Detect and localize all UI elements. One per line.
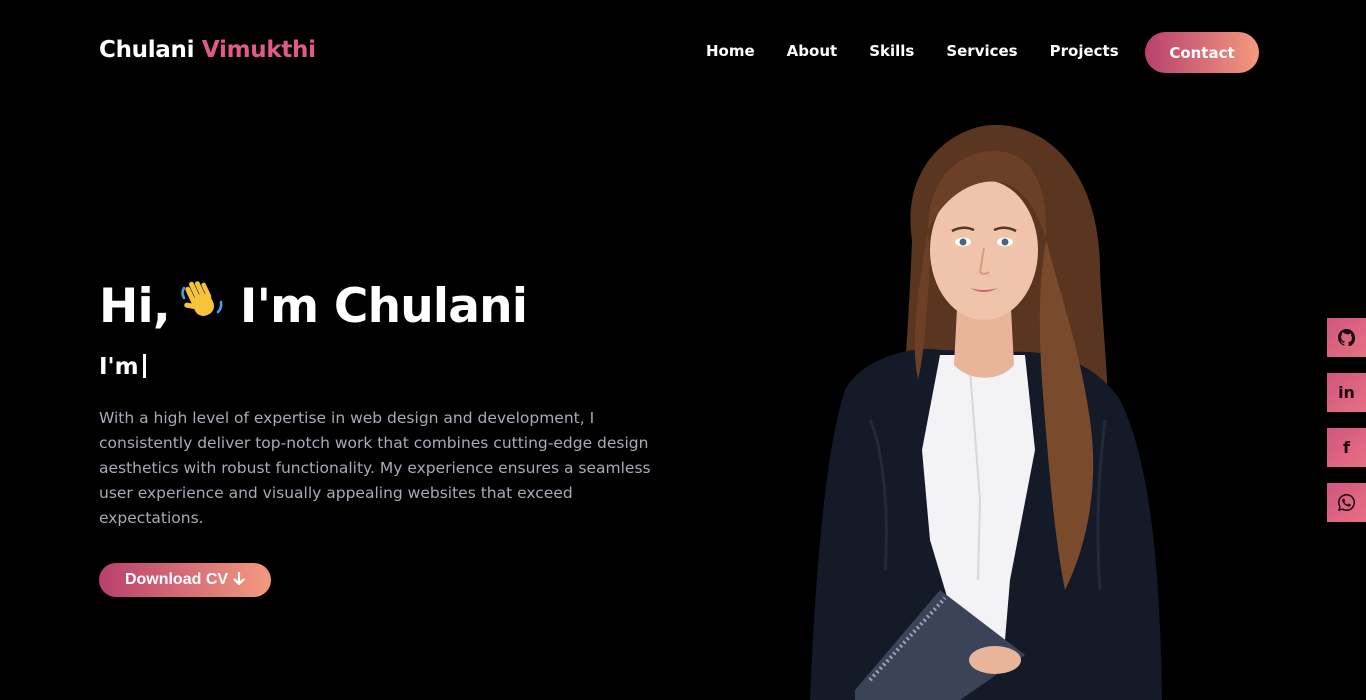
arrow-down-icon — [233, 571, 245, 589]
nav-link-skills[interactable]: Skills — [869, 42, 914, 60]
profile-photo — [800, 120, 1170, 700]
intro-paragraph: With a high level of expertise in web de… — [99, 409, 651, 527]
brand-logo[interactable]: Chulani Vimukthi — [99, 37, 316, 63]
hero-title: Hi, I'm Chulani — [99, 276, 528, 336]
download-cv-label: Download CV — [124, 571, 229, 588]
facebook-glyph: f — [1343, 438, 1350, 457]
whatsapp-icon[interactable] — [1327, 483, 1366, 522]
brand-last-name: Vimukthi — [201, 37, 316, 63]
linkedin-icon[interactable]: in — [1327, 373, 1366, 412]
download-cv-button[interactable]: Download CV — [99, 563, 271, 597]
hero-name: I'm Chulani — [239, 278, 528, 334]
nav-link-home[interactable]: Home — [706, 42, 755, 60]
github-icon[interactable] — [1327, 318, 1366, 357]
typing-line: I'm — [99, 354, 146, 380]
facebook-icon[interactable]: f — [1327, 428, 1366, 467]
brand-first-name: Chulani — [99, 37, 195, 63]
contact-button[interactable]: Contact — [1145, 32, 1259, 73]
typing-cursor — [142, 354, 146, 378]
navbar: Chulani Vimukthi Home About Skills Servi… — [0, 0, 1366, 105]
typing-prefix: I'm — [99, 354, 139, 380]
hero-greeting: Hi, — [99, 278, 171, 334]
linkedin-glyph: in — [1338, 383, 1355, 402]
nav-link-projects[interactable]: Projects — [1050, 42, 1119, 60]
waving-hand-icon — [178, 276, 226, 336]
nav-link-about[interactable]: About — [787, 42, 838, 60]
nav-link-services[interactable]: Services — [946, 42, 1017, 60]
nav-links: Home About Skills Services Projects — [706, 42, 1151, 60]
